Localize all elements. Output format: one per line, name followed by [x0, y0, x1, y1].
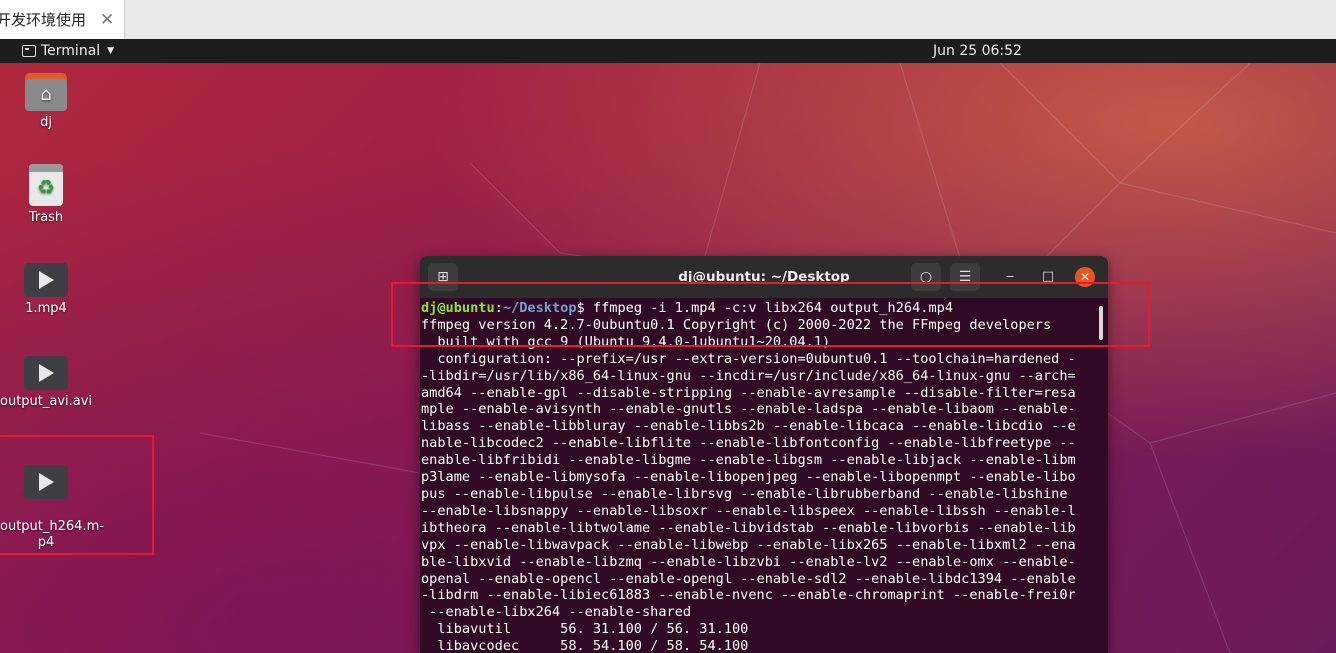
- output-line: vpx --enable-libwavpack --enable-libwebp…: [421, 536, 1076, 553]
- home-folder-icon: ⌂: [25, 73, 67, 111]
- desktop-icon-trash[interactable]: ♻ Trash: [16, 164, 76, 226]
- app-menu-label: Terminal: [41, 43, 101, 59]
- play-icon: [39, 364, 54, 382]
- terminal-output[interactable]: dj@ubuntu:~/Desktop$ ffmpeg -i 1.mp4 -c:…: [421, 300, 1097, 653]
- dropdown-caret-icon: ▼: [107, 46, 115, 56]
- desktop-icon-home[interactable]: ⌂ dj: [16, 73, 76, 131]
- video-file-icon: [24, 263, 68, 297]
- app-menu-terminal[interactable]: Terminal ▼: [22, 39, 114, 63]
- output-line: libavutil 56. 31.100 / 56. 31.100: [437, 621, 749, 638]
- output-line: nable-libcodec2 --enable-libflite --enab…: [421, 435, 1076, 452]
- desktop-icon-1-mp4[interactable]: 1.mp4: [16, 263, 76, 317]
- output-line: enable-libfribidi --enable-libgme --enab…: [421, 452, 1076, 469]
- output-line: amd64 --enable-gpl --disable-stripping -…: [421, 384, 1076, 401]
- terminal-text: dj@ubuntu:~/Desktop$ ffmpeg -i 1.mp4 -c:…: [421, 300, 1097, 653]
- output-line: --enable-libsnappy --enable-libsoxr --en…: [421, 502, 1076, 519]
- recycle-icon: ♻: [37, 175, 55, 199]
- highlight-box-output-file: [0, 435, 154, 555]
- command-output: ffmpeg version 4.2.7-0ubuntu0.1 Copyrigh…: [421, 317, 1076, 653]
- output-line: ble-libxvid --enable-libzmq --enable-lib…: [421, 553, 1076, 570]
- output-line: mple --enable-avisynth --enable-gnutls -…: [421, 401, 1076, 418]
- top-bar: Terminal ▼ Jun 25 06:52: [0, 39, 1336, 63]
- home-icon: ⌂: [40, 84, 52, 105]
- output-line: openal --enable-opencl --enable-opengl -…: [421, 570, 1076, 587]
- video-file-icon: [24, 356, 68, 390]
- desktop-icon-label: Trash: [28, 210, 64, 225]
- output-line: --enable-libx264 --enable-shared: [429, 604, 692, 621]
- tab-close-icon[interactable]: ✕: [100, 0, 114, 39]
- highlight-box-command: [391, 282, 1150, 347]
- output-line: ibtheora --enable-libtwolame --enable-li…: [421, 519, 1076, 536]
- trash-icon: ♻: [29, 164, 63, 206]
- clock[interactable]: Jun 25 06:52: [933, 39, 1022, 63]
- play-icon: [39, 271, 54, 289]
- terminal-icon: [22, 45, 36, 57]
- output-line: p3lame --enable-libmysofa --enable-libop…: [421, 469, 1076, 486]
- desktop-icon-label: 1.mp4: [25, 301, 67, 316]
- output-line: pus --enable-libpulse --enable-librsvg -…: [421, 485, 1068, 502]
- desktop-icon-label: dj: [40, 115, 52, 130]
- output-line: -libdrm --enable-libiec61883 --enable-nv…: [421, 587, 1076, 604]
- output-line: configuration: --prefix=/usr --extra-ver…: [437, 350, 1076, 367]
- output-line: libass --enable-libbluray --enable-libbs…: [421, 418, 1076, 435]
- desktop-icon-output-avi[interactable]: output_avi.avi: [0, 356, 92, 410]
- desktop-icon-label: output_avi.avi: [0, 394, 93, 409]
- tab-dev-environment[interactable]: 开发环境使用 ✕: [0, 0, 125, 39]
- output-line: -libdir=/usr/lib/x86_64-linux-gnu --incd…: [421, 367, 1076, 384]
- tab-title: 开发环境使用: [0, 11, 87, 29]
- tab-strip: 开发环境使用 ✕: [0, 0, 1336, 39]
- output-line: libavcodec 58. 54.100 / 58. 54.100: [421, 638, 749, 653]
